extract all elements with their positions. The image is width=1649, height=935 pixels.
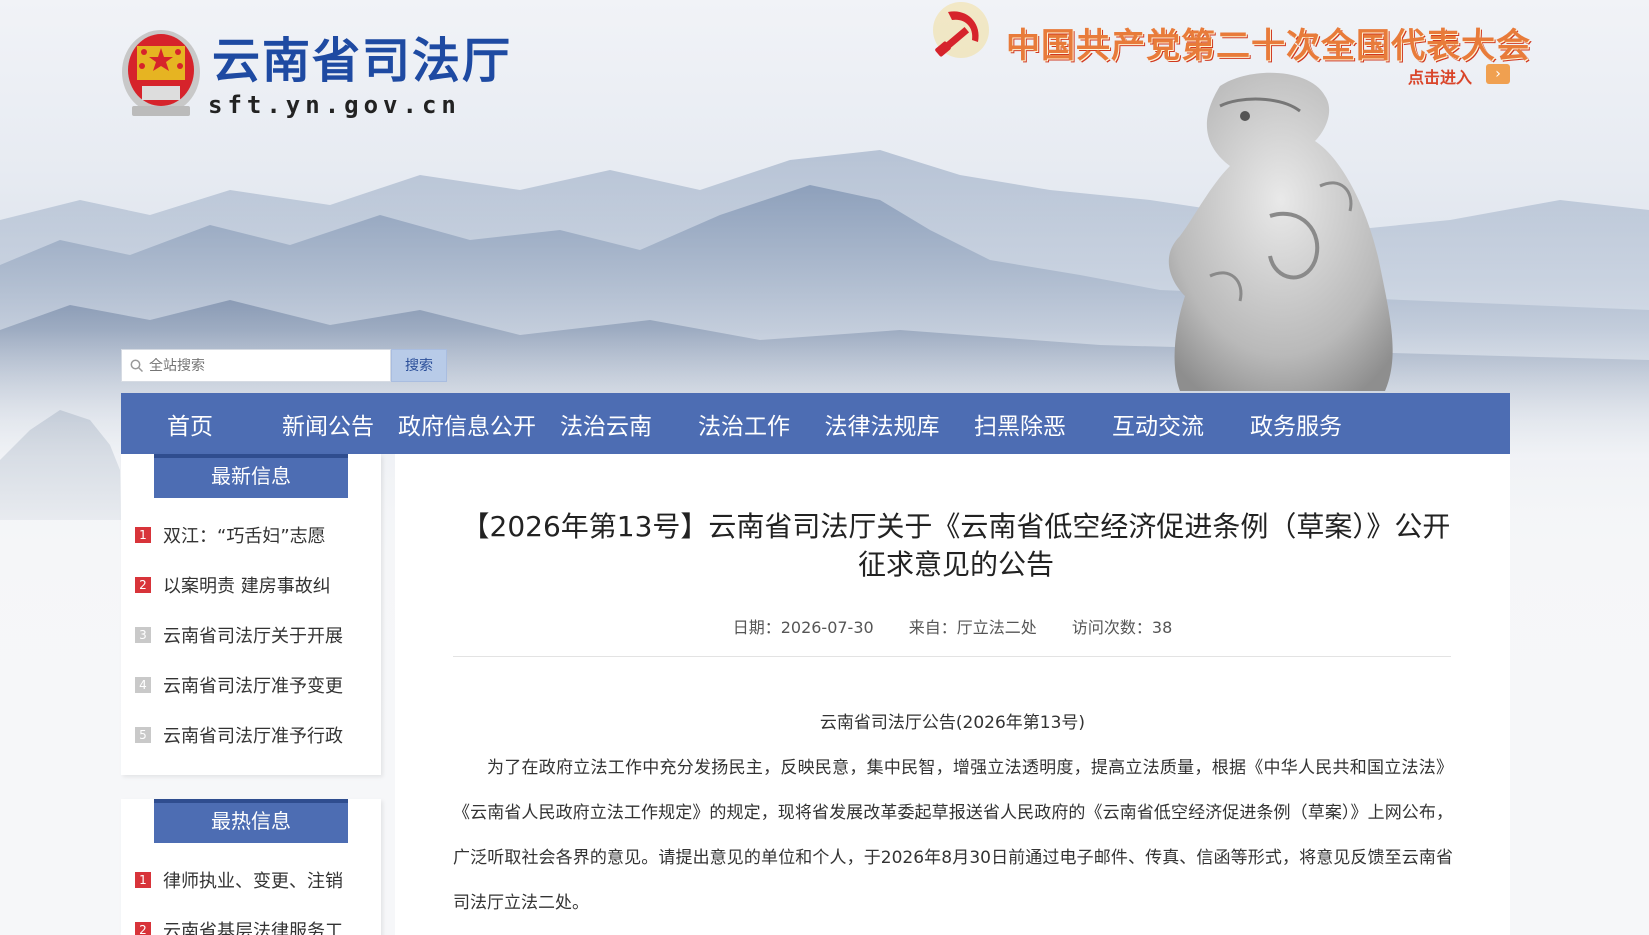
hottest-info-title: 最热信息 <box>154 799 348 843</box>
article-visits: 访问次数：38 <box>1071 618 1173 637</box>
list-item[interactable]: 5 云南省司法厅准予行政 <box>135 710 381 760</box>
site-title: 云南省司法厅 <box>212 33 513 89</box>
list-item-text[interactable]: 云南省司法厅关于开展 <box>163 622 349 648</box>
list-item[interactable]: 2 以案明责 建房事故纠 <box>135 560 381 610</box>
nav-item-home[interactable]: 首页 <box>121 407 259 441</box>
article-content: 【2026年第13号】云南省司法厅关于《云南省低空经济促进条例（草案）》公开征求… <box>395 454 1510 935</box>
list-item-text[interactable]: 双江：“巧舌妇”志愿 <box>163 522 349 548</box>
latest-info-panel: 最新信息 1 双江：“巧舌妇”志愿 2 以案明责 建房事故纠 3 云南省司法厅关… <box>121 454 381 775</box>
article-paragraph: 为了在政府立法工作中充分发扬民主，反映民意，集中民智，增强立法透明度，提高立法质… <box>453 758 1453 913</box>
nav-item-anti-crime[interactable]: 扫黑除恶 <box>951 407 1089 441</box>
congress-title: 中国共产党第二十次全国代表大会 <box>1006 26 1531 66</box>
search-box[interactable] <box>121 349 391 382</box>
national-emblem-icon <box>120 26 202 122</box>
list-item[interactable]: 4 云南省司法厅准予变更 <box>135 660 381 710</box>
search-input[interactable] <box>149 357 379 374</box>
rank-badge: 5 <box>135 727 151 743</box>
nav-item-law-library[interactable]: 法律法规库 <box>813 407 951 441</box>
site-search: 搜索 <box>121 349 447 382</box>
list-item[interactable]: 1 律师执业、变更、注销 <box>135 855 381 905</box>
hottest-info-panel: 最热信息 1 律师执业、变更、注销 2 云南省基层法律服务工 <box>121 799 381 935</box>
rank-badge: 1 <box>135 527 151 543</box>
nav-item-gov-info[interactable]: 政府信息公开 <box>397 407 537 441</box>
list-item-text[interactable]: 云南省司法厅准予行政 <box>163 722 349 748</box>
main-nav: 首页 新闻公告 政府信息公开 法治云南 法治工作 法律法规库 扫黑除恶 互动交流… <box>121 393 1510 454</box>
article-meta: 日期：2026-07-30 来自：厅立法二处 访问次数：38 <box>395 614 1510 638</box>
list-item-text[interactable]: 云南省基层法律服务工 <box>163 917 349 935</box>
search-button[interactable]: 搜索 <box>391 349 447 382</box>
search-icon <box>130 359 143 372</box>
nav-item-legal-work[interactable]: 法治工作 <box>675 407 813 441</box>
rank-badge: 2 <box>135 922 151 935</box>
list-item[interactable]: 2 云南省基层法律服务工 <box>135 905 381 935</box>
party-emblem-icon <box>933 2 989 58</box>
rank-badge: 1 <box>135 872 151 888</box>
list-item-text[interactable]: 云南省司法厅准予变更 <box>163 672 349 698</box>
site-logo[interactable]: 云南省司法厅 sft.yn.gov.cn <box>120 26 512 122</box>
nav-item-interaction[interactable]: 互动交流 <box>1089 407 1227 441</box>
nav-item-gov-services[interactable]: 政务服务 <box>1227 407 1365 441</box>
rank-badge: 2 <box>135 577 151 593</box>
chevron-right-icon[interactable]: › <box>1486 64 1510 84</box>
rank-badge: 3 <box>135 627 151 643</box>
rank-badge: 4 <box>135 677 151 693</box>
stone-lion-statue <box>1150 66 1455 396</box>
sidebar: 最新信息 1 双江：“巧舌妇”志愿 2 以案明责 建房事故纠 3 云南省司法厅关… <box>121 454 381 935</box>
article-source: 来自：厅立法二处 <box>908 618 1037 637</box>
nav-item-rule-of-law-yunnan[interactable]: 法治云南 <box>537 407 675 441</box>
nav-item-news[interactable]: 新闻公告 <box>259 407 397 441</box>
article-date: 日期：2026-07-30 <box>732 618 874 637</box>
list-item[interactable]: 1 双江：“巧舌妇”志愿 <box>135 510 381 560</box>
list-item[interactable]: 3 云南省司法厅关于开展 <box>135 610 381 660</box>
site-domain: sft.yn.gov.cn <box>208 91 461 119</box>
divider <box>453 656 1451 657</box>
list-item-text[interactable]: 律师执业、变更、注销 <box>163 867 349 893</box>
document-number: 云南省司法厅公告(2026年第13号) <box>819 713 1086 733</box>
article-title: 【2026年第13号】云南省司法厅关于《云南省低空经济促进条例（草案）》公开征求… <box>461 510 1451 581</box>
list-item-text[interactable]: 以案明责 建房事故纠 <box>163 572 349 598</box>
latest-info-title: 最新信息 <box>154 454 348 498</box>
